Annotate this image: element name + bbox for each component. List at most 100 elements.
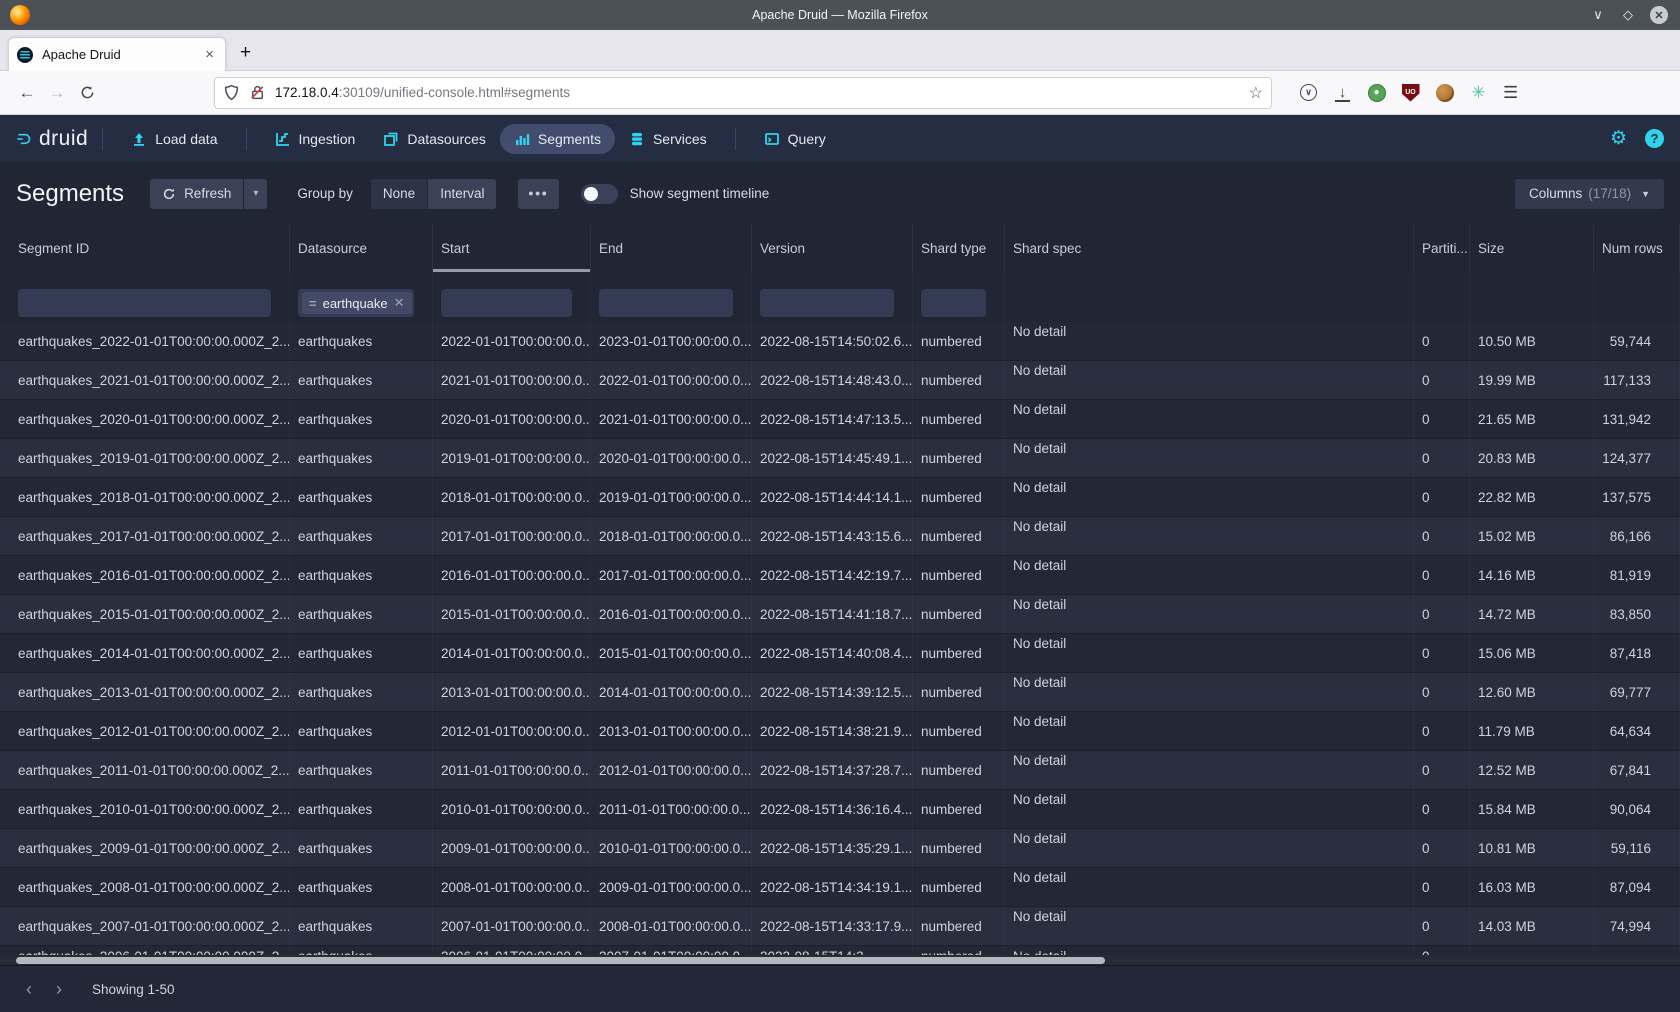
url-bar[interactable]: 172.18.0.4:30109/unified-console.html#se… xyxy=(214,77,1272,109)
cell-segment-id: earthquakes_2011-01-01T00:00:00.000Z_2..… xyxy=(0,751,290,789)
cell-segment-id: earthquakes_2021-01-01T00:00:00.000Z_2..… xyxy=(0,361,290,399)
druid-logo-icon xyxy=(16,131,32,147)
nav-item-services[interactable]: Services xyxy=(615,124,721,154)
extension-green-icon[interactable]: ● xyxy=(1368,84,1386,102)
horizontal-scrollbar[interactable] xyxy=(0,955,1680,965)
url-text[interactable]: 172.18.0.4:30109/unified-console.html#se… xyxy=(275,85,1249,100)
cell-partiti: 0 xyxy=(1414,673,1470,711)
prev-page-button[interactable]: ‹ xyxy=(14,979,44,1000)
nav-item-ingestion[interactable]: Ingestion xyxy=(261,124,370,154)
new-tab-button[interactable]: + xyxy=(240,42,251,64)
column-header-partiti[interactable]: Partiti... xyxy=(1414,225,1470,272)
filter-input-shard-type[interactable] xyxy=(921,289,986,317)
help-icon[interactable]: ? xyxy=(1645,129,1664,148)
downloads-icon[interactable]: ↓ xyxy=(1332,82,1353,103)
bookmark-star-icon[interactable]: ☆ xyxy=(1249,83,1263,103)
next-page-button[interactable]: › xyxy=(44,979,74,1000)
reload-button[interactable] xyxy=(72,85,102,100)
segment-table-row[interactable]: earthquakes_2009-01-01T00:00:00.000Z_2..… xyxy=(0,829,1680,868)
column-header-num-rows[interactable]: Num rows xyxy=(1594,225,1680,272)
segment-table-row[interactable]: earthquakes_2013-01-01T00:00:00.000Z_2..… xyxy=(0,673,1680,712)
cell-start: 2014-01-01T00:00:00.0... xyxy=(433,634,591,672)
pocket-icon[interactable]: ∨ xyxy=(1300,84,1317,101)
cookie-extension-icon[interactable] xyxy=(1436,84,1454,102)
minimize-icon[interactable]: ∨ xyxy=(1590,7,1606,23)
column-header-size[interactable]: Size xyxy=(1470,225,1594,272)
cell-segment-id: earthquakes_2022-01-01T00:00:00.000Z_2..… xyxy=(0,322,290,360)
refresh-button[interactable]: Refresh xyxy=(150,179,243,209)
segment-timeline-toggle[interactable] xyxy=(581,184,618,204)
column-header-datasource[interactable]: Datasource xyxy=(290,225,433,272)
segment-table-row[interactable]: earthquakes_2016-01-01T00:00:00.000Z_2..… xyxy=(0,556,1680,595)
filter-input-start[interactable] xyxy=(441,289,572,317)
cell-shard-type: numbered xyxy=(913,400,1005,438)
filter-input-version[interactable] xyxy=(760,289,894,317)
group-by-none-button[interactable]: None xyxy=(371,179,427,209)
columns-button[interactable]: Columns (17/18) ▼ xyxy=(1515,179,1664,209)
segment-table-row[interactable]: earthquakes_2019-01-01T00:00:00.000Z_2..… xyxy=(0,439,1680,478)
druid-logo[interactable]: druid xyxy=(16,127,88,151)
cell-shard-type: numbered xyxy=(913,673,1005,711)
menu-hamburger-icon[interactable]: ☰ xyxy=(1503,83,1518,103)
column-header-shard-spec[interactable]: Shard spec xyxy=(1005,225,1414,272)
cell-shard-spec: No detail xyxy=(1005,400,1414,438)
nav-item-load-data[interactable]: Load data xyxy=(117,124,231,154)
nav-item-query[interactable]: Query xyxy=(750,124,840,154)
multi-account-icon[interactable]: ✳ xyxy=(1468,82,1489,103)
filter-input-datasource[interactable]: =earthquake✕ xyxy=(298,289,414,317)
segment-table-row[interactable]: earthquakes_2010-01-01T00:00:00.000Z_2..… xyxy=(0,790,1680,829)
tab-close-icon[interactable]: × xyxy=(202,46,217,63)
shield-icon[interactable] xyxy=(223,84,240,101)
group-by-interval-button[interactable]: Interval xyxy=(428,179,496,209)
filter-input-segment-id[interactable] xyxy=(18,289,271,317)
close-icon[interactable]: ✕ xyxy=(1650,6,1668,24)
segment-table-row[interactable]: earthquakes_2018-01-01T00:00:00.000Z_2..… xyxy=(0,478,1680,517)
column-header-start[interactable]: Start xyxy=(433,225,591,272)
remove-filter-icon[interactable]: ✕ xyxy=(394,295,405,311)
segment-table-row[interactable]: earthquakes_2014-01-01T00:00:00.000Z_2..… xyxy=(0,634,1680,673)
cell-end: 2009-01-01T00:00:00.0... xyxy=(591,868,752,906)
columns-count: (17/18) xyxy=(1588,186,1631,201)
segment-table-row[interactable]: earthquakes_2008-01-01T00:00:00.000Z_2..… xyxy=(0,868,1680,907)
ublock-shield-icon[interactable]: UO xyxy=(1402,84,1420,102)
column-header-version[interactable]: Version xyxy=(752,225,913,272)
segment-table-row[interactable]: earthquakes_2022-01-01T00:00:00.000Z_2..… xyxy=(0,322,1680,361)
segment-table-row[interactable]: earthquakes_2021-01-01T00:00:00.000Z_2..… xyxy=(0,361,1680,400)
filter-input-end[interactable] xyxy=(599,289,733,317)
cell-end: 2013-01-01T00:00:00.0... xyxy=(591,712,752,750)
segment-table-row[interactable]: earthquakes_2012-01-01T00:00:00.000Z_2..… xyxy=(0,712,1680,751)
tab-apache-druid[interactable]: Apache Druid × xyxy=(8,37,226,71)
segment-table-row[interactable]: earthquakes_2015-01-01T00:00:00.000Z_2..… xyxy=(0,595,1680,634)
filter-cell-shard-spec xyxy=(1005,272,1414,322)
maximize-icon[interactable]: ◇ xyxy=(1620,7,1636,23)
segment-table-row[interactable]: earthquakes_2006-01-01T00:00:00.000Z_2..… xyxy=(0,946,1680,955)
segment-table-row[interactable]: earthquakes_2017-01-01T00:00:00.000Z_2..… xyxy=(0,517,1680,556)
cell-version: 2022-08-15T14:42:19.7... xyxy=(752,556,913,594)
refresh-caret-button[interactable]: ▾ xyxy=(244,179,267,209)
segment-table-row[interactable]: earthquakes_2007-01-01T00:00:00.000Z_2..… xyxy=(0,907,1680,946)
column-header-segment-id[interactable]: Segment ID xyxy=(0,225,290,272)
filter-cell-num-rows xyxy=(1594,272,1680,322)
nav-item-datasources[interactable]: Datasources xyxy=(369,124,500,154)
cell-shard-spec: No detail xyxy=(1005,361,1414,399)
settings-gear-icon[interactable]: ⚙ xyxy=(1610,127,1627,150)
column-header-end[interactable]: End xyxy=(591,225,752,272)
cell-shard-type: numbered xyxy=(913,439,1005,477)
nav-item-segments[interactable]: Segments xyxy=(500,124,615,154)
datasource-filter-chip[interactable]: =earthquake✕ xyxy=(302,292,412,314)
cell-shard-spec: No detail xyxy=(1005,634,1414,672)
segment-table-row[interactable]: earthquakes_2011-01-01T00:00:00.000Z_2..… xyxy=(0,751,1680,790)
forward-button[interactable]: → xyxy=(42,83,72,103)
cell-size: 15.06 MB xyxy=(1470,634,1594,672)
more-options-button[interactable]: ••• xyxy=(518,179,558,209)
back-button[interactable]: ← xyxy=(12,83,42,103)
column-header-shard-type[interactable]: Shard type xyxy=(913,225,1005,272)
cell-version: 2022-08-15T14:3... xyxy=(752,946,913,955)
lock-insecure-icon[interactable] xyxy=(249,84,266,101)
cell-start: 2006-01-01T00:00:00.0... xyxy=(433,946,591,955)
cell-datasource: earthquakes xyxy=(290,634,433,672)
segment-table-row[interactable]: earthquakes_2020-01-01T00:00:00.000Z_2..… xyxy=(0,400,1680,439)
scrollbar-thumb[interactable] xyxy=(16,957,1105,964)
table-filter-row: =earthquake✕ xyxy=(0,272,1680,322)
window-title: Apache Druid — Mozilla Firefox xyxy=(0,8,1680,22)
